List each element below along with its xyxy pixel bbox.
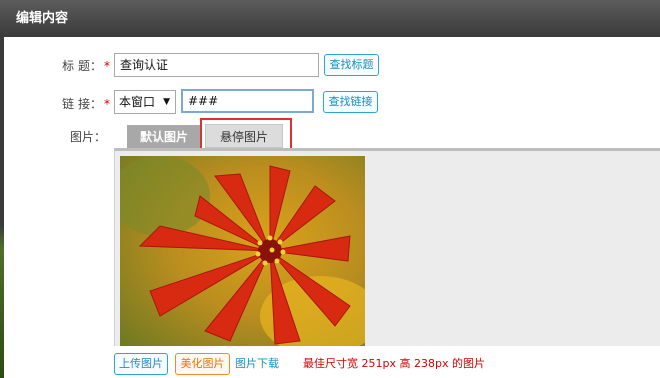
required-mark: * bbox=[104, 97, 110, 111]
download-image-link[interactable]: 图片下载 bbox=[235, 353, 279, 375]
link-input[interactable]: ### bbox=[181, 89, 314, 113]
image-label: 图片： bbox=[69, 130, 106, 144]
tab-default-image[interactable]: 默认图片 bbox=[127, 125, 201, 149]
find-title-button[interactable]: 查找标题 bbox=[324, 54, 379, 76]
title-input[interactable]: 查询认证 bbox=[114, 53, 319, 77]
link-target-select[interactable]: 本窗口 ▼ bbox=[114, 90, 176, 114]
dialog-title-bar: 编辑内容 bbox=[0, 0, 660, 37]
background-edge bbox=[0, 37, 4, 378]
size-hint: 最佳尺寸宽 251px 高 238px 的图片 bbox=[303, 357, 485, 370]
find-link-button[interactable]: 查找链接 bbox=[323, 91, 378, 113]
beautify-image-button[interactable]: 美化图片 bbox=[175, 353, 230, 375]
dialog-title: 编辑内容 bbox=[16, 11, 69, 26]
link-label: 链 接： * bbox=[62, 97, 110, 111]
required-mark: * bbox=[104, 59, 110, 73]
chevron-down-icon: ▼ bbox=[163, 97, 170, 107]
upload-image-button[interactable]: 上传图片 bbox=[114, 353, 168, 375]
title-label: 标 题： * bbox=[62, 59, 110, 73]
link-target-value: 本窗口 bbox=[119, 95, 156, 109]
flower-image bbox=[120, 156, 365, 346]
